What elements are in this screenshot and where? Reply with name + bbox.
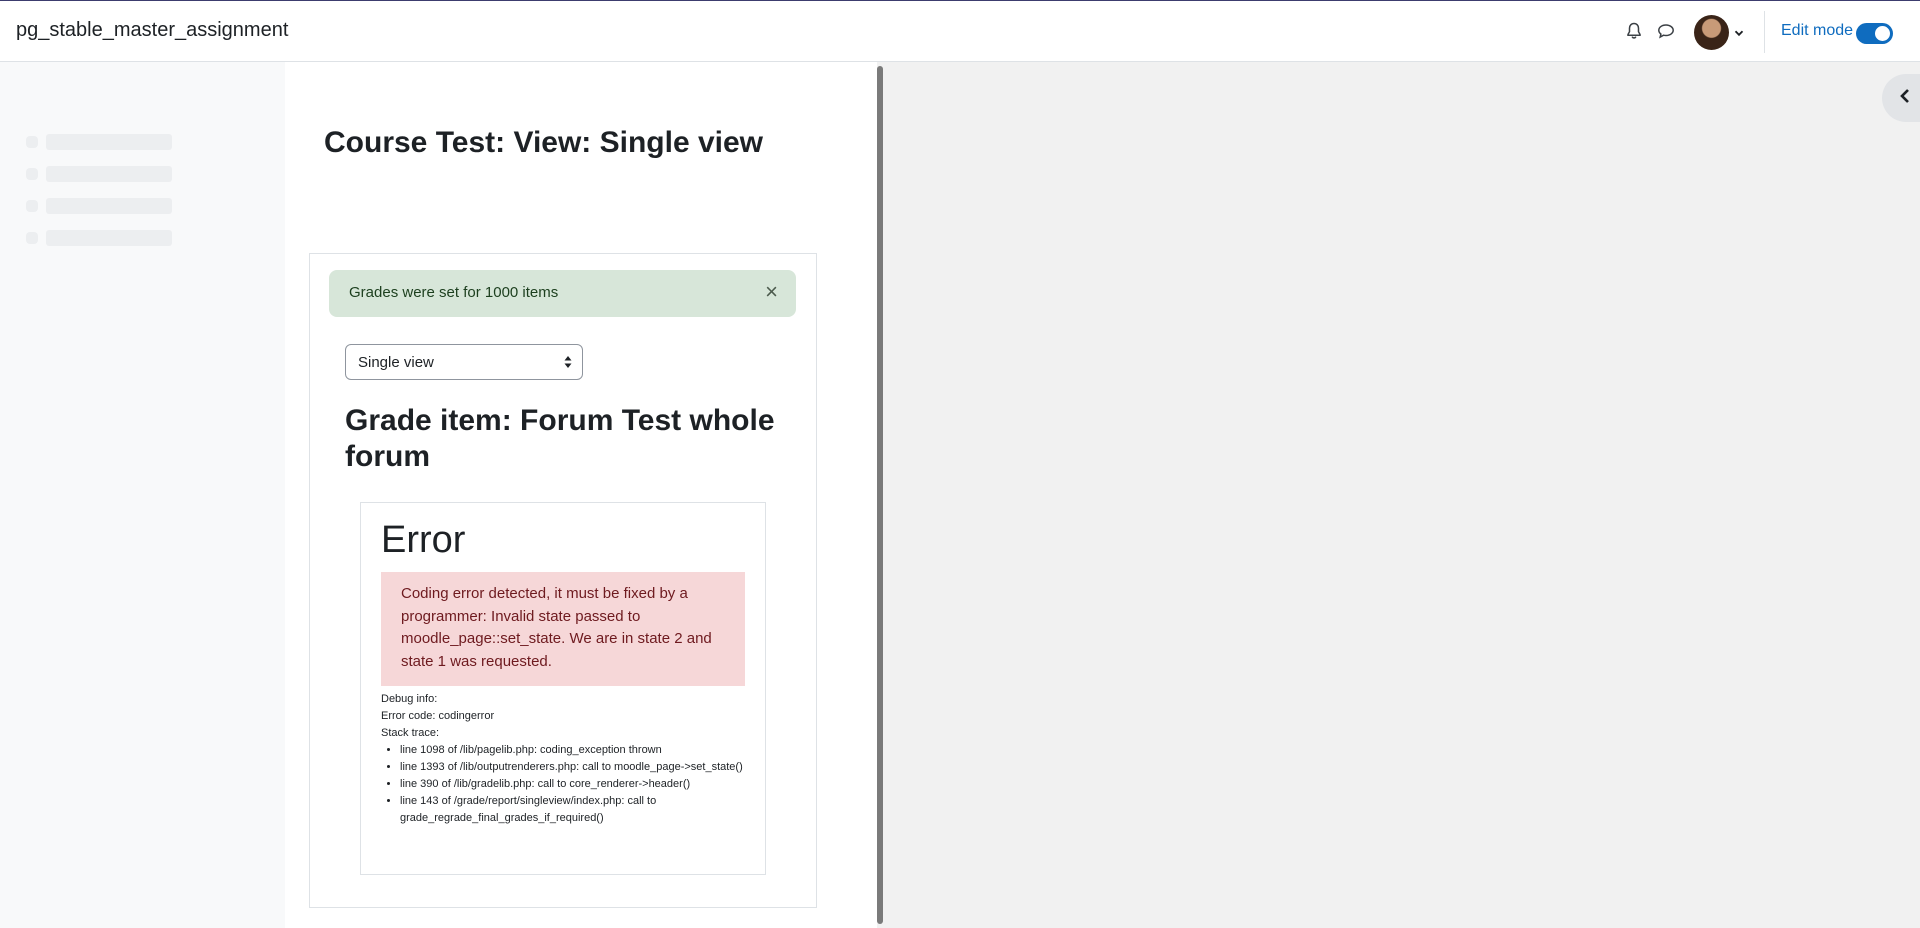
stack-trace-item: line 1098 of /lib/pagelib.php: coding_ex…: [400, 742, 751, 759]
site-name[interactable]: pg_stable_master_assignment: [16, 19, 288, 42]
sort-arrows-icon: [564, 355, 572, 373]
stack-trace-list: line 1098 of /lib/pagelib.php: coding_ex…: [381, 742, 751, 827]
top-navbar: pg_stable_master_assignment Edit mode: [0, 0, 1920, 62]
placeholder-bar: [46, 166, 172, 182]
chevron-down-icon[interactable]: [1734, 25, 1744, 43]
stack-trace-item: line 1393 of /lib/outputrenderers.php: c…: [400, 759, 751, 776]
bell-icon[interactable]: [1624, 21, 1644, 41]
success-notification: Grades were set for 1000 items ×: [329, 270, 796, 317]
user-avatar[interactable]: [1694, 15, 1729, 50]
placeholder-bar: [46, 230, 172, 246]
placeholder-bar: [46, 198, 172, 214]
placeholder-dot: [26, 232, 38, 244]
view-select-value: Single view: [358, 354, 434, 371]
error-box: Error Coding error detected, it must be …: [360, 502, 766, 875]
grade-item-heading: Grade item: Forum Test whole forum: [345, 404, 775, 473]
placeholder-dot: [26, 168, 38, 180]
open-block-drawer-button[interactable]: [1882, 74, 1920, 122]
stack-trace-item: line 390 of /lib/gradelib.php: call to c…: [400, 776, 751, 793]
page-scrollbar[interactable]: [877, 62, 884, 928]
chevron-left-icon: [1899, 88, 1911, 109]
edit-mode-label: Edit mode: [1781, 22, 1854, 39]
placeholder-bar: [46, 134, 172, 150]
placeholder-dot: [26, 200, 38, 212]
error-code: Error code: codingerror: [381, 710, 495, 722]
close-icon[interactable]: ×: [765, 281, 778, 303]
error-message: Coding error detected, it must be fixed …: [381, 572, 745, 686]
main-content: Course Test: View: Single view Grades we…: [285, 62, 877, 928]
toggle-knob: [1875, 26, 1890, 41]
scrollbar-thumb[interactable]: [877, 66, 883, 924]
course-index-drawer: [0, 62, 285, 928]
placeholder-dot: [26, 136, 38, 148]
chat-bubble-icon[interactable]: [1656, 21, 1676, 41]
stack-trace-item: line 143 of /grade/report/singleview/ind…: [400, 793, 751, 827]
stack-trace-label: Stack trace:: [381, 727, 440, 739]
view-select[interactable]: Single view: [345, 344, 583, 380]
navbar-divider: [1764, 11, 1765, 53]
debug-info: Debug info: Error code: codingerror Stac…: [381, 691, 751, 827]
error-title: Error: [381, 519, 466, 561]
notification-message: Grades were set for 1000 items: [349, 284, 559, 301]
region-main: Grades were set for 1000 items × Single …: [309, 253, 817, 908]
debug-info-label: Debug info:: [381, 693, 438, 705]
page-title: Course Test: View: Single view: [324, 126, 764, 159]
edit-mode-toggle[interactable]: [1856, 23, 1893, 44]
